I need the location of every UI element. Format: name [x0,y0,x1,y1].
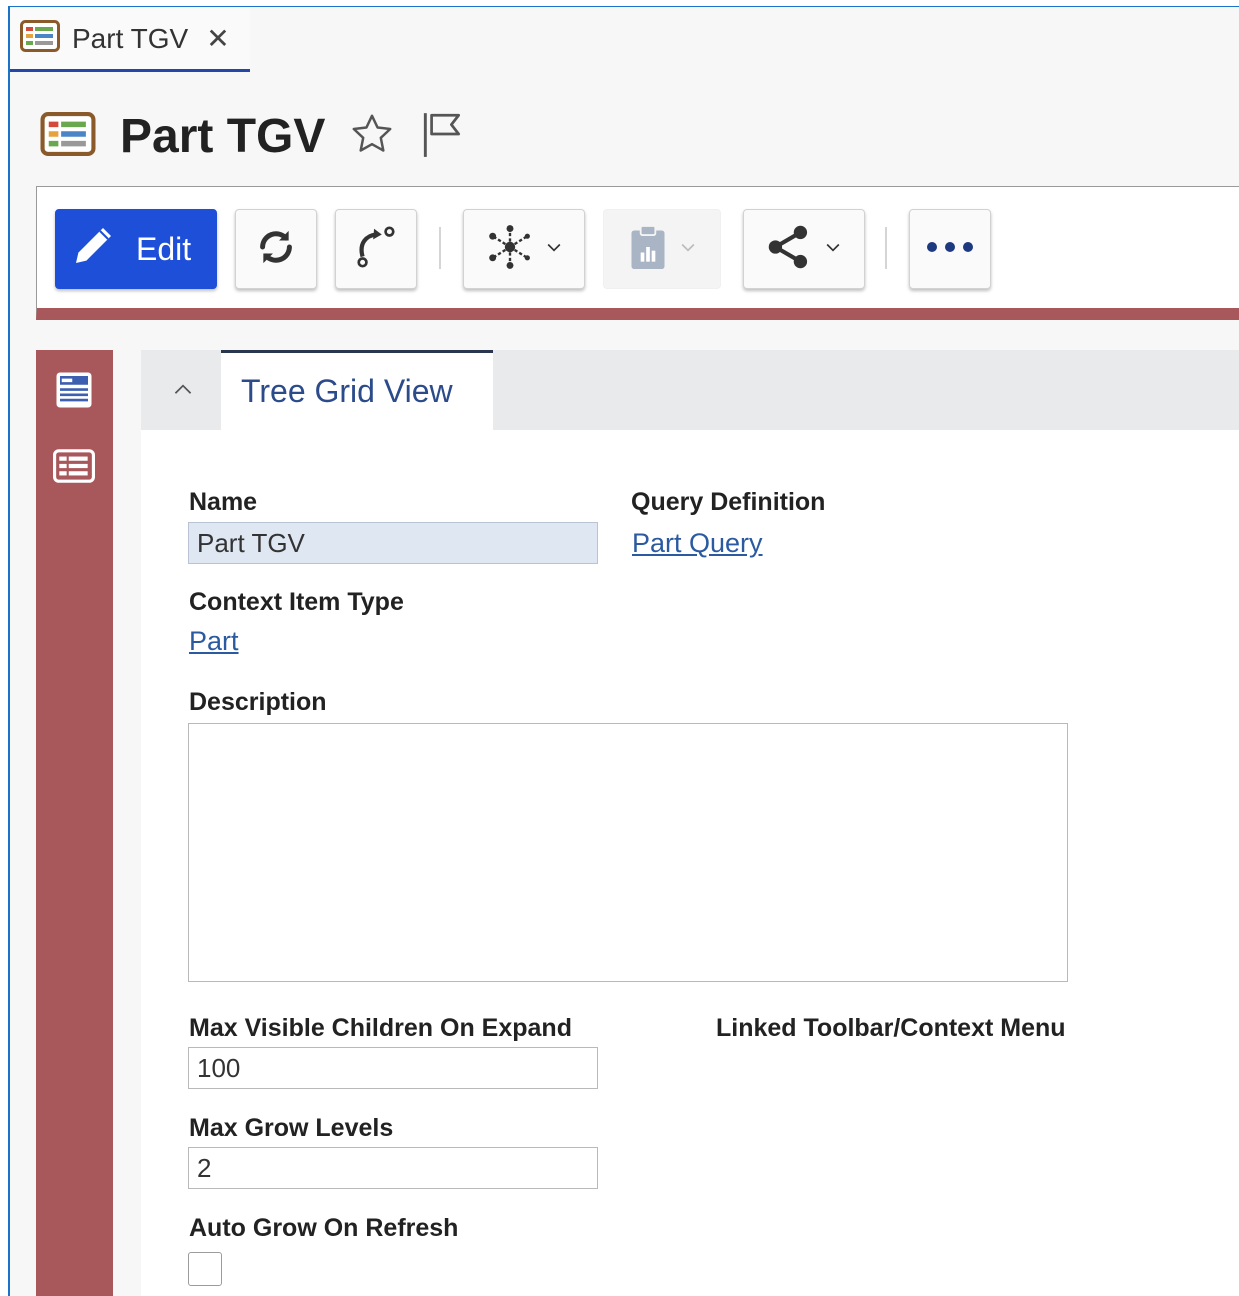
name-label: Name [189,488,258,516]
pencil-icon [70,221,118,277]
tab-part-tgv[interactable]: Part TGV ✕ [10,8,250,72]
toolbar-separator [885,227,887,269]
side-rail [36,350,113,1296]
linked-toolbar-label: Linked Toolbar/Context Menu [716,1014,1066,1042]
chevron-down-icon [544,237,564,262]
page-title: Part TGV [120,109,326,163]
max-grow-levels-label: Max Grow Levels [189,1114,394,1142]
reports-button [603,209,721,289]
refresh-button[interactable] [235,209,317,289]
share-button[interactable] [743,209,865,289]
description-field[interactable] [188,723,1068,982]
max-grow-levels-field[interactable] [188,1147,598,1189]
auto-grow-on-refresh-label: Auto Grow On Refresh [189,1214,459,1242]
network-icon [484,221,536,278]
chevron-up-icon[interactable] [165,372,201,408]
flag-icon[interactable] [417,109,467,164]
context-item-type-link[interactable]: Part [189,626,239,657]
tree-grid-view-icon[interactable] [50,442,98,490]
structure-browser-button[interactable] [463,209,585,289]
page-header: Part TGV [40,104,467,168]
promote-icon [353,224,399,275]
toolbar: Edit [36,186,1239,320]
tab-label: Part TGV [72,22,189,54]
form-view-icon[interactable] [50,366,98,414]
name-field[interactable] [188,522,598,564]
more-icon [923,240,977,259]
toolbar-separator [439,227,441,269]
context-item-type-label: Context Item Type [189,588,404,616]
max-visible-children-field[interactable] [188,1047,598,1089]
content-panel: Tree Grid View Name Query Definition Par… [141,350,1239,1296]
panel-header: Tree Grid View [141,350,1239,430]
clipboard-chart-icon [626,223,670,276]
promote-button[interactable] [335,209,417,289]
close-icon[interactable]: ✕ [206,22,229,55]
more-button[interactable] [909,209,991,289]
auto-grow-on-refresh-checkbox[interactable] [188,1252,222,1286]
edit-label: Edit [136,230,192,267]
star-icon[interactable] [349,111,395,162]
chevron-down-icon [678,237,698,262]
max-visible-children-label: Max Visible Children On Expand [189,1014,572,1042]
query-definition-link[interactable]: Part Query [632,528,763,559]
description-label: Description [189,688,327,716]
share-icon [765,222,815,277]
chevron-down-icon [823,237,843,262]
refresh-icon [253,224,299,275]
tree-grid-view-icon [20,20,60,57]
query-definition-label: Query Definition [631,488,826,516]
edit-button[interactable]: Edit [55,209,217,289]
tree-grid-view-icon [40,111,96,161]
tab-tree-grid-view[interactable]: Tree Grid View [221,350,493,430]
